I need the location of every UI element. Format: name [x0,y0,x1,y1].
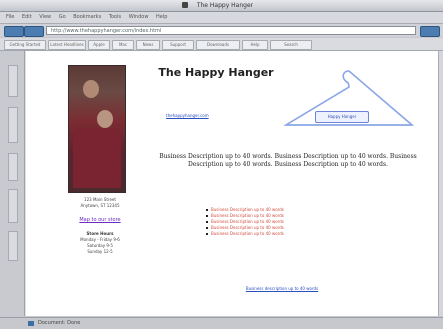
bullet-icon [206,209,208,211]
status-bar: Document: Done [0,317,443,329]
menu-help[interactable]: Help [156,12,167,23]
list-item: Business Description up to 40 words [206,231,376,237]
bullet-icon [206,215,208,217]
menu-view[interactable]: View [39,12,51,23]
bookmark-item[interactable]: Help [242,40,268,50]
bullet-icon [206,221,208,223]
vertical-scrollbar[interactable] [438,51,443,316]
bookmark-item[interactable]: Mac [112,40,134,50]
photo-person [83,80,99,98]
list-item-text: Business Description up to 40 words [211,225,284,230]
photo-clothing [73,128,121,188]
bookmark-item[interactable]: Latest Headlines [48,40,86,50]
owners-photo [68,65,126,193]
menu-bookmarks[interactable]: Bookmarks [73,12,101,23]
bullet-icon [206,227,208,229]
bookmark-item[interactable]: Search [270,40,312,50]
window-title: The Happy Hanger [196,2,254,9]
sidebar-tab[interactable] [8,107,18,143]
footer-link[interactable]: Business description up to 40 words [202,286,362,291]
sidebar-tab[interactable] [8,231,18,261]
list-item-text: Business Description up to 40 words [211,207,284,212]
status-text: Document: Done [38,320,81,326]
menu-file[interactable]: File [6,12,14,23]
bookmark-item[interactable]: Apple [88,40,110,50]
menu-window[interactable]: Window [129,12,149,23]
bullet-icon [206,233,208,235]
address-line: Anytown, ST 12345 [80,203,120,208]
map-link[interactable]: Map to our store [54,217,146,223]
hours-line: Sunday 12-5 [87,249,113,254]
photo-person [97,110,113,128]
forward-button[interactable] [24,26,44,37]
web-page-content: The Happy Hanger thehappyhanger.com Happ… [25,51,439,316]
title-bar: The Happy Hanger [0,0,443,17]
bookmark-item[interactable]: Downloads [196,40,240,50]
sidebar-tab[interactable] [8,153,18,181]
address-toolbar: http://www.thehappyhanger.com/index.html [0,24,443,37]
security-icon [28,321,34,326]
contact-info: 123 Main Street Anytown, ST 12345 Map to… [54,197,146,255]
list-item-text: Business Description up to 40 words [211,219,284,224]
website-link[interactable]: thehappyhanger.com [166,113,236,118]
bookmark-item[interactable]: News [136,40,160,50]
list-item-text: Business Description up to 40 words [211,213,284,218]
bookmark-item[interactable]: Support [162,40,194,50]
menu-go[interactable]: Go [59,12,66,23]
menu-edit[interactable]: Edit [22,12,32,23]
business-description: Business Description up to 40 words. Bus… [159,153,417,168]
bookmarks-bar: Getting Started Latest Headlines Apple M… [0,38,443,51]
sidebar [0,51,25,316]
page-title: The Happy Hanger [158,66,274,79]
bookmark-item[interactable]: Getting Started [4,40,46,50]
menu-bar: File Edit View Go Bookmarks Tools Window… [0,12,443,24]
list-item-text: Business Description up to 40 words [211,231,284,236]
back-button[interactable] [4,26,24,37]
sidebar-tab[interactable] [8,65,18,97]
go-button[interactable] [420,26,440,37]
browser-window: The Happy Hanger File Edit View Go Bookm… [0,0,443,329]
hanger-label: Happy Hanger [315,111,369,123]
sidebar-tab[interactable] [8,189,18,223]
feature-list: Business Description up to 40 words Busi… [206,207,376,237]
menu-tools[interactable]: Tools [109,12,121,23]
hanger-logo-icon [283,70,415,126]
address-input[interactable]: http://www.thehappyhanger.com/index.html [46,26,416,35]
